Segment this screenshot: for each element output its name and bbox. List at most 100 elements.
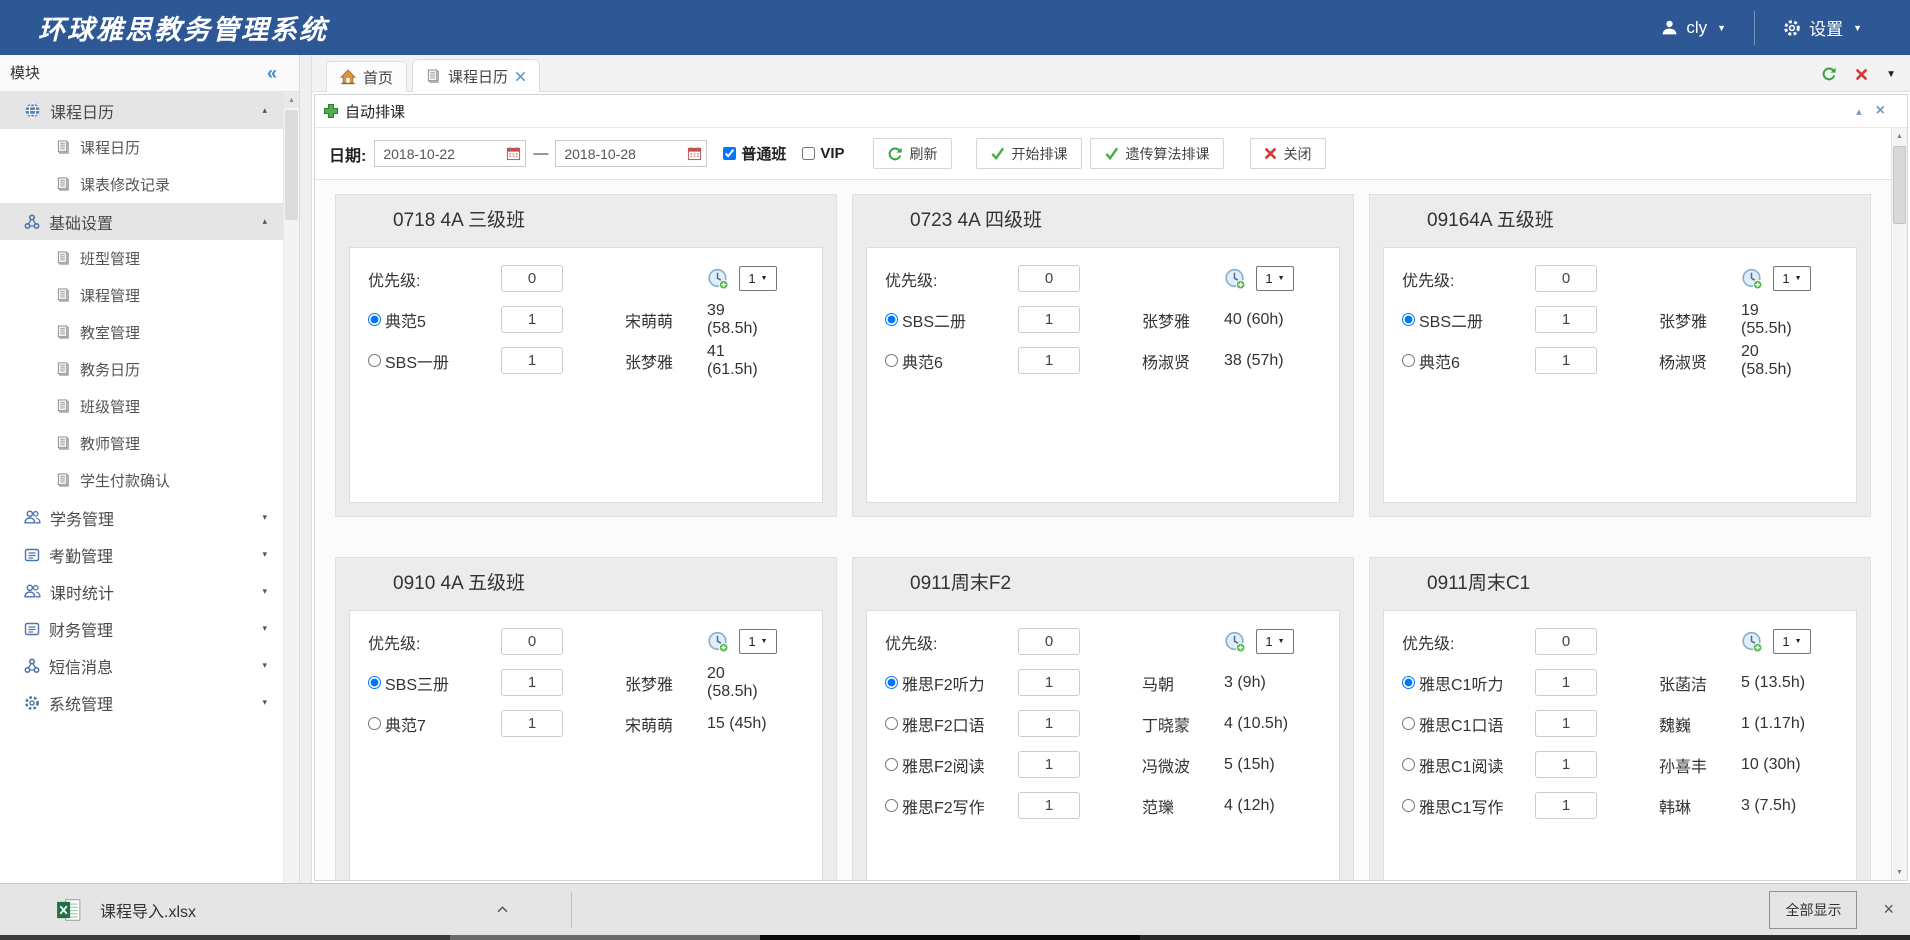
course-radio[interactable] <box>368 354 381 367</box>
sidebar-group-6[interactable]: 财务管理 ▾ <box>0 610 299 647</box>
sidebar-item[interactable]: 教室管理 <box>0 314 299 351</box>
sidebar-collapse-button[interactable]: « <box>267 55 277 91</box>
course-radio[interactable] <box>885 799 898 812</box>
clock-add-icon[interactable] <box>1224 631 1246 653</box>
sidebar-group-5[interactable]: 课时统计 ▾ <box>0 573 299 610</box>
slot-select[interactable]: 1 ▼ <box>739 266 777 291</box>
course-count-input[interactable] <box>1018 710 1080 737</box>
panel-scrollbar[interactable]: ▲ ▼ <box>1891 128 1907 880</box>
refresh-tab-icon[interactable] <box>1821 66 1837 82</box>
scroll-up-icon[interactable]: ▲ <box>1892 128 1907 144</box>
sidebar-group-4[interactable]: 考勤管理 ▾ <box>0 536 299 573</box>
course-radio[interactable] <box>885 758 898 771</box>
slot-select[interactable]: 1 ▼ <box>1773 629 1811 654</box>
clock-add-icon[interactable] <box>1224 268 1246 290</box>
course-count-input[interactable] <box>1535 710 1597 737</box>
scrollbar-thumb[interactable] <box>285 110 298 220</box>
priority-input[interactable] <box>1018 265 1080 292</box>
start-scheduling-button[interactable]: 开始排课 <box>976 138 1082 169</box>
sidebar-group-3[interactable]: 学务管理 ▾ <box>0 499 299 536</box>
clock-add-icon[interactable] <box>1741 631 1763 653</box>
genetic-scheduling-button[interactable]: 遗传算法排课 <box>1090 138 1224 169</box>
course-count-input[interactable] <box>1535 347 1597 374</box>
scrollbar-thumb[interactable] <box>1893 146 1906 224</box>
priority-input[interactable] <box>1535 628 1597 655</box>
course-radio[interactable] <box>1402 676 1415 689</box>
tab-course-calendar[interactable]: 课程日历 <box>412 59 540 92</box>
course-count-input[interactable] <box>501 669 563 696</box>
panel-close-icon[interactable]: × <box>1876 102 1885 120</box>
refresh-button[interactable]: 刷新 <box>873 138 952 169</box>
priority-input[interactable] <box>501 628 563 655</box>
show-all-downloads-button[interactable]: 全部显示 <box>1769 891 1857 929</box>
course-radio[interactable] <box>1402 313 1415 326</box>
calendar-icon[interactable] <box>687 146 702 161</box>
course-radio[interactable] <box>368 717 381 730</box>
course-radio[interactable] <box>885 313 898 326</box>
normal-class-label[interactable]: 普通班 <box>741 143 786 164</box>
slot-select[interactable]: 1 ▼ <box>1256 629 1294 654</box>
settings-menu[interactable]: 设置 ▼ <box>1783 15 1862 40</box>
sidebar-item[interactable]: 班级管理 <box>0 388 299 425</box>
tab-list-dropdown-icon[interactable]: ▼ <box>1886 69 1896 80</box>
clock-add-icon[interactable] <box>707 268 729 290</box>
sidebar-item[interactable]: 教务日历 <box>0 351 299 388</box>
slot-select[interactable]: 1 ▼ <box>1256 266 1294 291</box>
course-radio[interactable] <box>1402 799 1415 812</box>
course-radio[interactable] <box>1402 354 1415 367</box>
course-count-input[interactable] <box>1018 347 1080 374</box>
course-radio[interactable] <box>1402 717 1415 730</box>
course-radio[interactable] <box>885 717 898 730</box>
sidebar-scrollbar[interactable]: ▲ <box>283 92 299 883</box>
course-radio[interactable] <box>885 354 898 367</box>
course-radio[interactable] <box>368 676 381 689</box>
layout-splitter[interactable] <box>300 55 312 883</box>
download-options-chevron-icon[interactable] <box>496 905 509 914</box>
tab-close-icon[interactable] <box>515 71 526 82</box>
sidebar-item[interactable]: 学生付款确认 <box>0 462 299 499</box>
course-count-input[interactable] <box>1535 792 1597 819</box>
course-count-input[interactable] <box>1018 751 1080 778</box>
date-from-input[interactable] <box>375 146 506 162</box>
clock-add-icon[interactable] <box>707 631 729 653</box>
slot-select[interactable]: 1 ▼ <box>1773 266 1811 291</box>
sidebar-item[interactable]: 课程日历 <box>0 129 299 166</box>
user-menu[interactable]: cly ▼ <box>1661 18 1726 38</box>
sidebar-group-7[interactable]: 短信消息 ▾ <box>0 647 299 684</box>
sidebar-group-8[interactable]: 系统管理 ▾ <box>0 684 299 721</box>
course-count-input[interactable] <box>1535 306 1597 333</box>
priority-input[interactable] <box>1018 628 1080 655</box>
close-button[interactable]: 关闭 <box>1250 138 1326 169</box>
course-count-input[interactable] <box>501 306 563 333</box>
close-tab-icon[interactable] <box>1855 68 1868 81</box>
download-bar-close-icon[interactable]: × <box>1883 899 1894 920</box>
normal-class-checkbox[interactable] <box>723 147 736 160</box>
course-radio[interactable] <box>1402 758 1415 771</box>
sidebar-item[interactable]: 班型管理 <box>0 240 299 277</box>
course-count-input[interactable] <box>1018 306 1080 333</box>
vip-checkbox[interactable] <box>802 147 815 160</box>
sidebar-group-1[interactable]: 课程日历 ▴ <box>0 92 299 129</box>
course-count-input[interactable] <box>501 347 563 374</box>
course-count-input[interactable] <box>1018 669 1080 696</box>
course-radio[interactable] <box>885 676 898 689</box>
priority-input[interactable] <box>1535 265 1597 292</box>
tab-home[interactable]: 首页 <box>326 61 407 92</box>
sidebar-item[interactable]: 教师管理 <box>0 425 299 462</box>
sidebar-item[interactable]: 课程管理 <box>0 277 299 314</box>
priority-input[interactable] <box>501 265 563 292</box>
course-count-input[interactable] <box>1018 792 1080 819</box>
download-file-name[interactable]: 课程导入.xlsx <box>100 898 196 922</box>
course-radio[interactable] <box>368 313 381 326</box>
scroll-up-icon[interactable]: ▲ <box>284 92 299 108</box>
slot-select[interactable]: 1 ▼ <box>739 629 777 654</box>
clock-add-icon[interactable] <box>1741 268 1763 290</box>
course-count-input[interactable] <box>1535 751 1597 778</box>
sidebar-group-2[interactable]: 基础设置 ▴ <box>0 203 299 240</box>
panel-minimize-icon[interactable]: ▴ <box>1856 105 1862 118</box>
course-count-input[interactable] <box>501 710 563 737</box>
vip-label[interactable]: VIP <box>820 145 844 162</box>
course-count-input[interactable] <box>1535 669 1597 696</box>
sidebar-item[interactable]: 课表修改记录 <box>0 166 299 203</box>
scroll-down-icon[interactable]: ▼ <box>1892 864 1907 880</box>
